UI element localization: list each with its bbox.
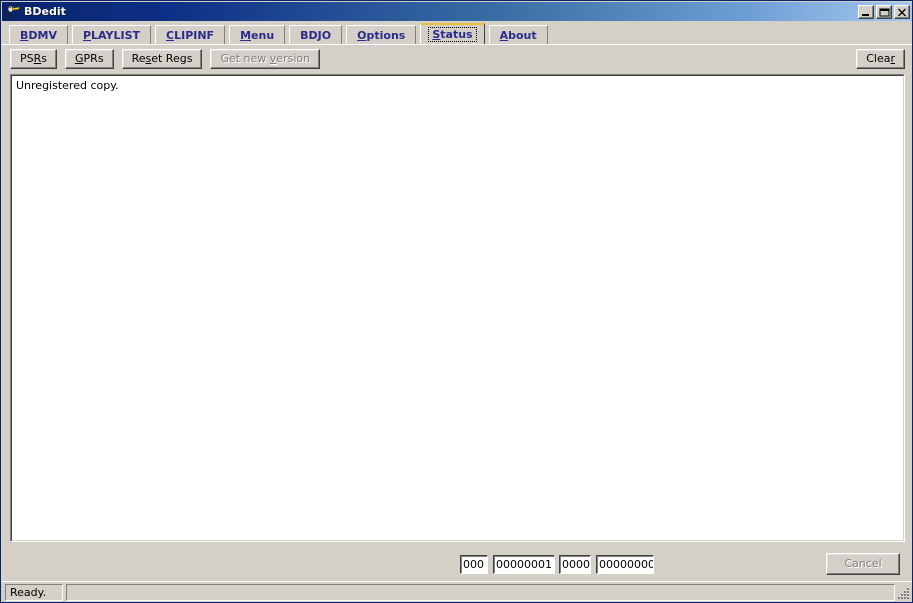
window-title: BDedit <box>24 5 66 18</box>
tab-strip: BDMV PLAYLIST CLIPINF Menu BDJO Options … <box>2 22 912 44</box>
clear-button[interactable]: Clear <box>856 48 905 69</box>
tab-menu[interactable]: Menu <box>229 25 286 44</box>
tab-bdjo[interactable]: BDJO <box>289 25 343 44</box>
tab-clipinf-label: LIPINF <box>174 28 215 42</box>
resize-grip-icon[interactable] <box>897 586 911 600</box>
tab-bdmv[interactable]: BDMV <box>9 25 68 44</box>
tab-options-label: ptions <box>366 28 406 42</box>
tab-menu-label: enu <box>251 28 275 42</box>
maximize-icon[interactable] <box>876 4 892 19</box>
log-text: Unregistered copy. <box>16 79 119 92</box>
tab-status-label: tatus <box>440 28 473 41</box>
tab-about-label: bout <box>508 28 537 42</box>
bdedit-main-window: BDedit BDMV PLAYLIST CLIPINF Menu BDJO O… <box>0 0 913 603</box>
get-new-version-button[interactable]: Get new version <box>210 48 321 69</box>
tab-bdjo-label: BD <box>300 28 318 42</box>
register-value-field[interactable]: 00000001 <box>493 554 555 574</box>
cancel-button[interactable]: Cancel <box>826 553 900 575</box>
status-toolbar: PSRs GPRs Reset Regs Get new version Cle… <box>2 44 912 72</box>
gprs-button[interactable]: GPRs <box>65 48 114 69</box>
tab-status[interactable]: Status <box>420 23 485 44</box>
tab-about[interactable]: About <box>488 25 548 44</box>
minimize-icon[interactable] <box>858 4 874 19</box>
register-index-field[interactable]: 000 <box>460 554 488 574</box>
close-icon[interactable] <box>894 4 910 19</box>
log-textarea[interactable]: Unregistered copy. <box>11 75 904 541</box>
tab-options[interactable]: Options <box>346 25 417 44</box>
toolbar-right-group: Clear <box>856 48 905 69</box>
register-field-row: 000 00000001 0000 00000000 Cancel <box>1 549 912 579</box>
psrs-button[interactable]: PSRs <box>10 48 58 69</box>
log-pane: Unregistered copy. <box>10 74 905 542</box>
reset-regs-button[interactable]: Reset Regs <box>121 48 203 69</box>
tab-playlist[interactable]: PLAYLIST <box>71 25 152 44</box>
status-filler <box>66 583 895 601</box>
tab-playlist-label: LAYLIST <box>91 28 141 42</box>
tab-bdmv-label: DMV <box>28 28 57 42</box>
status-message: Ready. <box>5 583 63 601</box>
window-controls <box>858 4 910 19</box>
register-value-field2[interactable]: 00000000 <box>596 554 654 574</box>
toolbar-left-group: PSRs GPRs Reset Regs Get new version <box>10 48 321 69</box>
title-bar[interactable]: BDedit <box>2 2 912 21</box>
register-index-field2[interactable]: 0000 <box>559 554 591 574</box>
bdedit-app-icon <box>5 4 21 20</box>
tab-clipinf[interactable]: CLIPINF <box>155 25 226 44</box>
status-bar: Ready. <box>2 581 912 602</box>
